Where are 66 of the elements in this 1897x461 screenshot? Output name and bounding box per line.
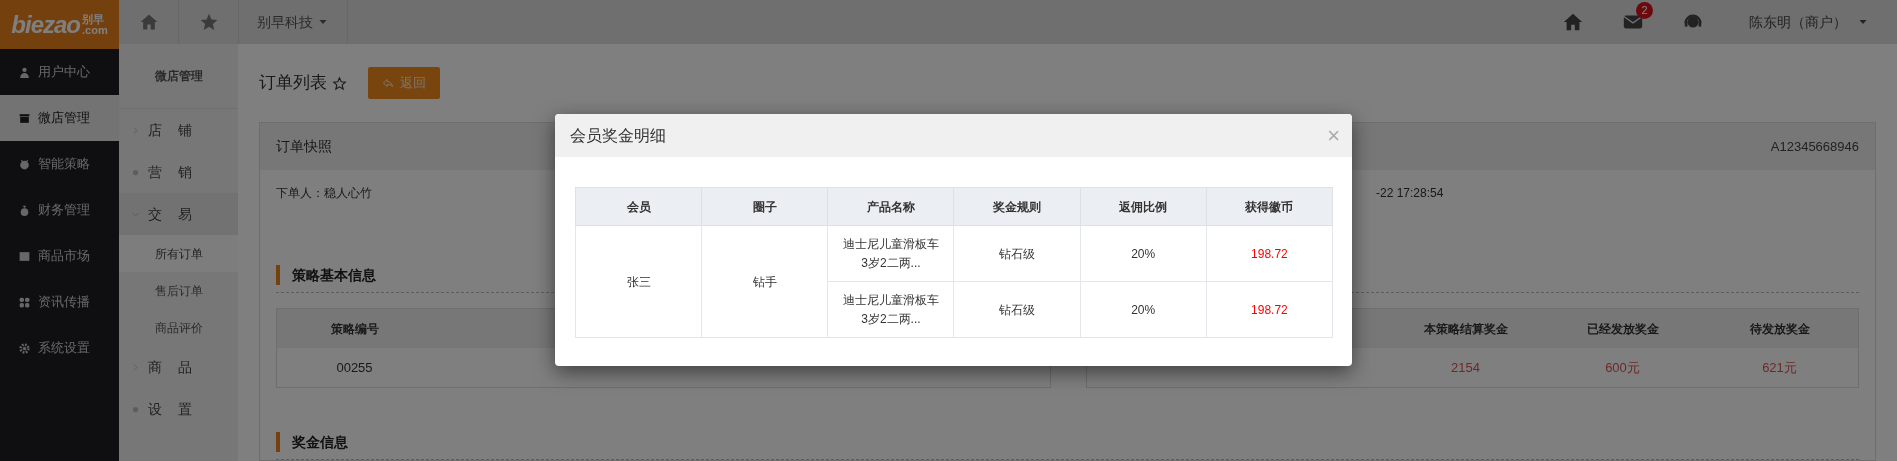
table-cell-text: 00255 [335, 358, 374, 377]
table-cell-text: 迪士尼儿童滑板车3岁2二两... [842, 291, 940, 328]
gear-icon [18, 341, 31, 355]
table-cell: 20% [1080, 281, 1207, 338]
order-number: A12345668946 [1770, 137, 1859, 156]
table-cell: 198.72 [1206, 225, 1333, 282]
subnav-title: 微店管理 [154, 68, 203, 85]
table-cell: 钻石级 [953, 281, 1081, 338]
reply-arrow-icon [382, 77, 394, 89]
subnav-item[interactable]: 商 品 [119, 346, 238, 388]
column-header: 待发放奖金 [1748, 320, 1811, 338]
nav-item[interactable]: 用户中心 [0, 49, 119, 95]
table-cell-text: 2154 [1450, 358, 1481, 377]
table-cell-text: 迪士尼儿童滑板车3岁2二两... [842, 235, 940, 272]
section-title: 策略基本信息 [292, 265, 376, 285]
page-title: 订单列表 [259, 72, 327, 95]
column-header: 圈子 [701, 187, 828, 226]
money-bag-icon [18, 203, 31, 217]
column-header: 会员 [575, 187, 702, 226]
subnav-subitem[interactable]: 商品评价 [119, 309, 238, 346]
user-menu[interactable]: 陈东明（商户） [1749, 11, 1869, 33]
table-cell: 20% [1080, 225, 1207, 282]
subnav-subitem[interactable]: 售后订单 [119, 272, 238, 309]
table-cell: 198.72 [1206, 281, 1333, 338]
nav-item[interactable]: 智能策略 [0, 141, 119, 187]
dot-icon [131, 167, 140, 177]
table-cell: 钻手 [701, 225, 828, 338]
column-header: 本策略结算奖金 [1422, 320, 1509, 338]
star-icon [198, 12, 219, 32]
logo-text: biezao [11, 9, 80, 40]
star-outline-icon[interactable] [332, 75, 347, 91]
column-header: 获得徽币 [1206, 187, 1333, 226]
column-header: 已经发放奖金 [1585, 320, 1660, 338]
shop-icon [18, 111, 31, 125]
nav-item[interactable]: 商品市场 [0, 233, 119, 279]
nav-item[interactable]: 系统设置 [0, 325, 119, 371]
nav-item[interactable]: 资讯传播 [0, 279, 119, 325]
logo-text: 别早 [82, 13, 105, 25]
subnav-item[interactable]: 设 置 [119, 388, 238, 430]
person-icon [18, 65, 31, 79]
nav-item[interactable]: 微店管理 [0, 95, 119, 141]
buyer-text: 下单人：稳人心竹 [276, 185, 373, 202]
column-header: 产品名称 [827, 187, 954, 226]
section-title: 奖金信息 [292, 432, 348, 452]
table-cell: 张三 [575, 225, 702, 338]
table-cell: 钻石级 [953, 225, 1081, 282]
notification-badge: 2 [1636, 2, 1653, 19]
grid-icon [18, 295, 31, 309]
dot-icon [131, 404, 140, 414]
subnav-item[interactable]: 店 铺 [119, 109, 238, 151]
column-header: 策略编号 [329, 320, 380, 338]
table-cell-text: 600元 [1604, 358, 1641, 377]
close-button[interactable]: × [1327, 124, 1340, 147]
home-icon [138, 12, 159, 32]
table-cell-text: 621元 [1761, 358, 1798, 377]
logo-text: .com [82, 24, 108, 36]
column-header: 返佣比例 [1080, 187, 1207, 226]
column-header: 奖金规则 [953, 187, 1081, 226]
subnav-subitem[interactable]: 所有订单 [119, 235, 238, 272]
subnav-item[interactable]: 营 销 [119, 151, 238, 193]
order-time: -22 17:28:54 [1376, 185, 1444, 202]
nav-item[interactable]: 财务管理 [0, 187, 119, 233]
home-icon [1562, 11, 1584, 33]
panel-title: 订单快照 [276, 137, 332, 156]
subnav-item[interactable]: 交 易 [119, 193, 238, 235]
modal-title: 会员奖金明细 [570, 125, 666, 146]
